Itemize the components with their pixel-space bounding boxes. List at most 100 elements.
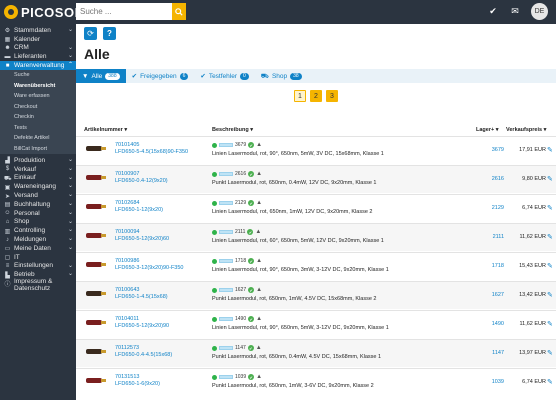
warning-icon: ▲	[256, 171, 263, 177]
sidebar-item-it[interactable]: ▢ IT	[0, 253, 76, 262]
sidebar-item-einstellungen[interactable]: ≡ Einstellungen ⌄	[0, 262, 76, 271]
pencil-icon[interactable]: ✎	[547, 291, 553, 299]
sidebar-item-verkauf[interactable]: $ Verkauf ⌄	[0, 165, 76, 174]
tab-shop[interactable]: ⛟ Shop 38	[255, 69, 308, 83]
table-row[interactable]: 70100643 LFD650-1-4.5(15x68) 1627 ✔ ▲ Punkt L…	[76, 281, 556, 309]
sidebar-subitem-tests[interactable]: Tests	[0, 122, 76, 133]
product-thumbnail[interactable]	[86, 290, 108, 297]
sidebar-subitem-defekte-artikel[interactable]: Defekte Artikel	[0, 132, 76, 144]
chevron-down-icon: ⌄	[67, 262, 73, 269]
sidebar-subitem-checkin[interactable]: Checkin	[0, 111, 76, 123]
page-button-2[interactable]: 2	[310, 90, 322, 102]
stock-link[interactable]: 1718	[479, 263, 504, 269]
table-row[interactable]: 70102684 LFD650-1-12(9x20) 2129 ✔ ▲ Linien La…	[76, 194, 556, 222]
table-row[interactable]: 70131513 LFD650-1-6(9x20) 1039 ✔ ▲ Punkt Lase…	[76, 368, 556, 396]
col-price-header[interactable]: Verkaufspreis ▾	[506, 127, 546, 133]
sidebar-item-controlling[interactable]: ▥ Controlling ⌄	[0, 226, 76, 235]
sidebar-item-personal[interactable]: ☺ Personal ⌄	[0, 209, 76, 218]
article-number[interactable]: 70131513 LFD650-1-6(9x20)	[115, 374, 160, 388]
col-artnr-header[interactable]: Artikelnummer ▾	[84, 127, 127, 133]
product-thumbnail[interactable]	[86, 145, 108, 152]
pencil-icon[interactable]: ✎	[547, 320, 553, 328]
table-row[interactable]: 70100094 LFD650-5-12(9x20)60 2111 ✔ ▲ Linien …	[76, 223, 556, 251]
table-row[interactable]: 70101405 LFD650-5-4.5(15x68)90-F350 3679 ✔ ▲…	[76, 136, 556, 164]
article-number[interactable]: 70102684 LFD650-1-12(9x20)	[115, 200, 163, 214]
article-number[interactable]: 70100986 LFD650-3-12(9x20)90-F350	[115, 258, 183, 272]
refresh-button[interactable]: ⟳	[84, 27, 97, 40]
sidebar-subitem-suche[interactable]: Suche	[0, 69, 76, 81]
pencil-icon[interactable]: ✎	[547, 146, 553, 154]
pencil-icon[interactable]: ✎	[547, 175, 553, 183]
product-thumbnail[interactable]	[86, 232, 108, 239]
envelope-icon[interactable]: ✉	[509, 6, 521, 17]
pencil-icon[interactable]: ✎	[547, 349, 553, 357]
check-icon[interactable]: ✔	[487, 6, 499, 17]
page-button-3[interactable]: 3	[326, 90, 338, 102]
sidebar-item-lieferanten[interactable]: ▬ Lieferanten ⌄	[0, 52, 76, 61]
stock-link[interactable]: 1147	[479, 350, 504, 356]
article-number[interactable]: 70100094 LFD650-5-12(9x20)60	[115, 229, 169, 243]
product-thumbnail[interactable]	[86, 348, 108, 355]
stock-link[interactable]: 3679	[479, 147, 504, 153]
tab-freigegeben[interactable]: ✔ Freigegeben 6	[126, 69, 195, 83]
sidebar-item-crm[interactable]: ☻ CRM ⌄	[0, 44, 76, 53]
sidebar-subitem-warenuebersicht[interactable]: Warenübersicht	[0, 80, 76, 91]
sidebar-item-shop[interactable]: ⌂ Shop ⌄	[0, 218, 76, 227]
article-number[interactable]: 70100907 LFD650-0.4-12(9x20)	[115, 171, 168, 185]
article-number[interactable]: 70112573 LFD650-0.4-4.5(15x68)	[115, 345, 172, 359]
sidebar-subitem-ware-erfassen[interactable]: Ware erfassen	[0, 90, 76, 102]
stock-link[interactable]: 1627	[479, 292, 504, 298]
stock-link[interactable]: 1490	[479, 321, 504, 327]
article-number[interactable]: 70101405 LFD650-5-4.5(15x68)90-F350	[115, 142, 188, 156]
tab-alle[interactable]: ▼ Alle 388	[76, 69, 126, 83]
pencil-icon[interactable]: ✎	[547, 204, 553, 212]
col-lager-header[interactable]: Lager+ ▾	[476, 127, 498, 133]
article-number[interactable]: 70104011 LFD650-5-12(9x20)90	[115, 316, 169, 330]
chevron-down-icon: ⌄	[67, 174, 73, 181]
sidebar-item-kalender[interactable]: ▦ Kalender	[0, 35, 76, 44]
page-button-1[interactable]: 1	[294, 90, 306, 102]
avatar[interactable]: DE	[531, 3, 548, 20]
shop-icon: ⌂	[5, 218, 10, 225]
sidebar-item-wareneingang[interactable]: ▣ Wareneingang ⌄	[0, 182, 76, 191]
description-text: Linien Lasermodul, rot, 90°, 650nm, 5mW,…	[212, 325, 389, 331]
sidebar-subitem-billcat-import[interactable]: BillCat Import	[0, 143, 76, 154]
sidebar-item-warenverwaltung[interactable]: ■ Warenverwaltung ⌃	[0, 61, 76, 70]
table-row[interactable]: 70104011 LFD650-5-12(9x20)90 1490 ✔ ▲ Linien …	[76, 310, 556, 338]
sidebar-subitem-checkout[interactable]: Checkout	[0, 101, 76, 112]
status-dot-icon	[212, 171, 217, 177]
stock-link[interactable]: 1039	[479, 379, 504, 385]
sidebar-item-meine-daten[interactable]: ▭ Meine Daten ⌄	[0, 244, 76, 253]
help-button[interactable]: ?	[103, 27, 116, 40]
product-thumbnail[interactable]	[86, 319, 108, 326]
search-input[interactable]	[76, 3, 172, 20]
table-row[interactable]: 70100986 LFD650-3-12(9x20)90-F350 1718 ✔ ▲ Li…	[76, 252, 556, 280]
status-indicators: 1718 ✔ ▲	[212, 257, 389, 265]
description-cell: 1039 ✔ ▲ Punkt Lasermodul, rot, 650nm, 1mW,…	[212, 373, 374, 389]
stock-link[interactable]: 2111	[479, 234, 504, 240]
sidebar-item-meldungen[interactable]: ♪ Meldungen ⌄	[0, 235, 76, 244]
sidebar-item-produktion[interactable]: ▟ Produktion ⌄	[0, 156, 76, 165]
pencil-icon[interactable]: ✎	[547, 233, 553, 241]
article-number[interactable]: 70100643 LFD650-1-4.5(15x68)	[115, 287, 168, 301]
sidebar-item-versand[interactable]: ➤ Versand ⌄	[0, 191, 76, 200]
pencil-icon[interactable]: ✎	[547, 262, 553, 270]
search-button[interactable]	[172, 3, 186, 20]
pencil-icon[interactable]: ✎	[547, 378, 553, 386]
stock-link[interactable]: 2616	[479, 176, 504, 182]
product-thumbnail[interactable]	[86, 174, 108, 181]
table-row[interactable]: 70100907 LFD650-0.4-12(9x20) 2616 ✔ ▲ Punkt L…	[76, 165, 556, 193]
product-thumbnail[interactable]	[86, 261, 108, 268]
product-thumbnail[interactable]	[86, 203, 108, 210]
stock-link[interactable]: 2129	[479, 205, 504, 211]
sidebar-item-buchhaltung[interactable]: ▤ Buchhaltung ⌄	[0, 200, 76, 209]
sidebar-item-impressum[interactable]: ⓘ Impressum & Datenschutz	[0, 278, 76, 293]
status-dot-icon	[212, 374, 217, 380]
product-thumbnail[interactable]	[86, 377, 108, 384]
sidebar-item-einkauf[interactable]: ⛟ Einkauf ⌄	[0, 174, 76, 183]
col-desc-header[interactable]: Beschreibung ▾	[212, 127, 253, 133]
table-row[interactable]: 70112573 LFD650-0.4-4.5(15x68) 1147 ✔ ▲ Punkt…	[76, 339, 556, 367]
sidebar-item-stammdaten[interactable]: ⚙ Stammdaten ⌄	[0, 26, 76, 35]
check-icon: ✔	[131, 73, 138, 80]
tab-testfehler[interactable]: ✔ Testfehler 0	[194, 69, 254, 83]
